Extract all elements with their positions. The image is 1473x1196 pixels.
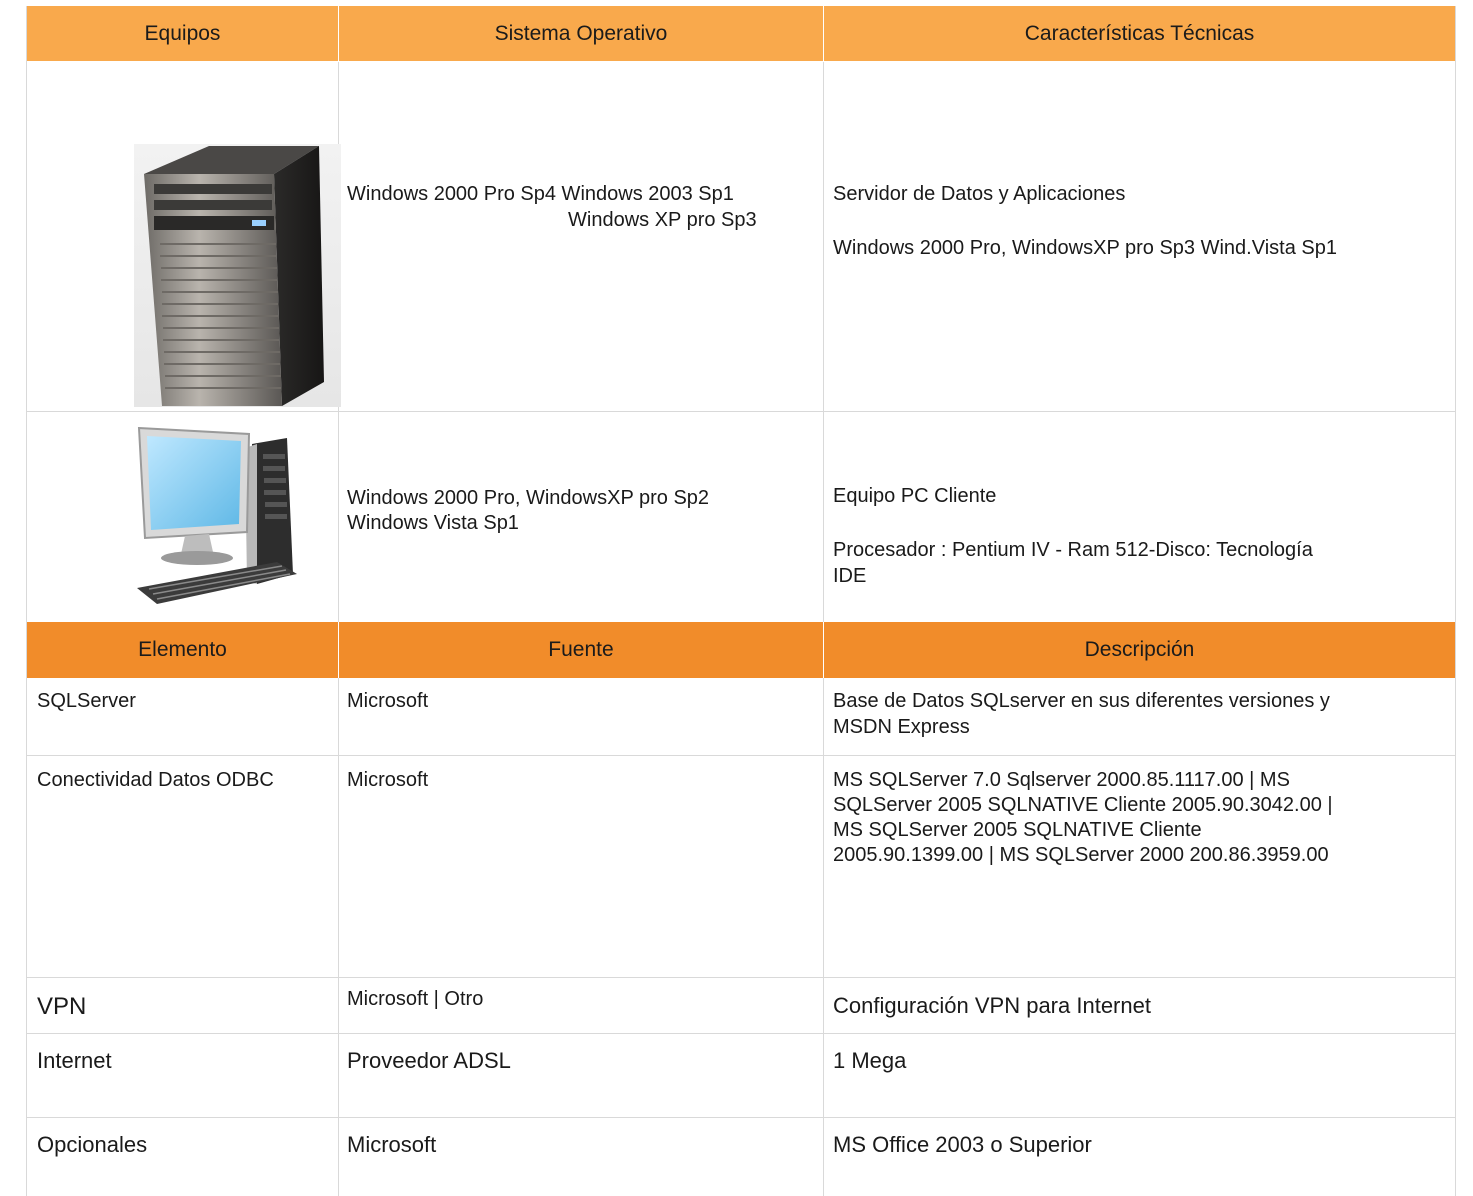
tech-detail: Windows 2000 Pro, WindowsXP pro Sp3 Wind…	[833, 237, 1337, 259]
os-text: Windows XP pro Sp3	[568, 209, 757, 231]
tech-title: Servidor de Datos y Aplicaciones	[833, 183, 1126, 205]
desktop-pc-image	[137, 426, 297, 604]
description-text: Configuración VPN para Internet	[833, 993, 1151, 1018]
description-text: MS SQLServer 7.0 Sqlserver 2000.85.1117.…	[833, 769, 1290, 791]
header-equipos: Equipos	[27, 6, 339, 61]
os-cell: Windows 2000 Pro Sp4 Windows 2003 Sp1 Wi…	[339, 62, 824, 411]
equipment-image-cell	[27, 412, 339, 622]
description-text: MS Office 2003 o Superior	[833, 1132, 1092, 1157]
tech-detail: IDE	[833, 565, 867, 587]
source-name: Microsoft | Otro	[347, 988, 484, 1010]
header-caracteristicas: Características Técnicas	[1024, 21, 1255, 45]
os-text: Windows 2000 Pro Sp4 Windows 2003 Sp1	[347, 183, 734, 205]
source-name: Microsoft	[347, 769, 429, 791]
equipment-table-header: Equipos Sistema Operativo Característica…	[27, 6, 1455, 62]
header-fuente: Fuente	[339, 622, 824, 678]
table-row: Windows 2000 Pro, WindowsXP pro Sp2 Wind…	[27, 412, 1455, 622]
requirements-document: Equipos Sistema Operativo Característica…	[26, 6, 1456, 1196]
description-text: 1 Mega	[833, 1048, 907, 1073]
os-text: Windows 2000 Pro, WindowsXP pro Sp2	[347, 487, 710, 509]
table-row: Internet Proveedor ADSL 1 Mega	[27, 1034, 1455, 1118]
tech-cell: Servidor de Datos y Aplicaciones Windows…	[824, 62, 1455, 411]
os-text: Windows Vista Sp1	[347, 512, 519, 534]
source-name: Microsoft	[347, 690, 429, 712]
table-row: Windows 2000 Pro Sp4 Windows 2003 Sp1 Wi…	[27, 62, 1455, 412]
table-row: VPN Microsoft | Otro Configuración VPN p…	[27, 978, 1455, 1034]
header-elemento: Elemento	[27, 622, 339, 678]
header-descripcion: Descripción	[1084, 638, 1195, 661]
description-text: SQLServer 2005 SQLNATIVE Cliente 2005.90…	[833, 794, 1333, 816]
table-row: SQLServer Microsoft Base de Datos SQLser…	[27, 678, 1455, 756]
tech-title: Equipo PC Cliente	[833, 485, 997, 507]
element-name: Internet	[37, 1048, 112, 1073]
element-name: SQLServer	[37, 690, 136, 712]
tech-detail: Procesador : Pentium IV - Ram 512-Disco:…	[833, 539, 1313, 561]
description-text: MS SQLServer 2005 SQLNATIVE Cliente	[833, 819, 1202, 841]
server-tower-image	[134, 144, 341, 407]
element-name: Conectividad Datos ODBC	[37, 769, 274, 791]
element-name: VPN	[37, 993, 87, 1020]
table-row: Conectividad Datos ODBC Microsoft MS SQL…	[27, 756, 1455, 978]
description-text: MSDN Express	[833, 716, 970, 738]
element-name: Opcionales	[37, 1132, 148, 1157]
table-row: Opcionales Microsoft MS Office 2003 o Su…	[27, 1118, 1455, 1196]
tech-cell: Equipo PC Cliente Procesador : Pentium I…	[824, 412, 1455, 622]
equipment-image-cell	[27, 62, 341, 411]
os-cell: Windows 2000 Pro, WindowsXP pro Sp2 Wind…	[339, 412, 824, 622]
description-text: Base de Datos SQLserver en sus diferente…	[833, 690, 1330, 712]
software-table-header: Elemento Fuente Descripción	[27, 622, 1455, 678]
description-text: 2005.90.1399.00 | MS SQLServer 2000 200.…	[833, 844, 1329, 866]
source-name: Microsoft	[347, 1132, 437, 1157]
source-name: Proveedor ADSL	[347, 1048, 511, 1073]
header-sistema-operativo: Sistema Operativo	[339, 6, 824, 61]
